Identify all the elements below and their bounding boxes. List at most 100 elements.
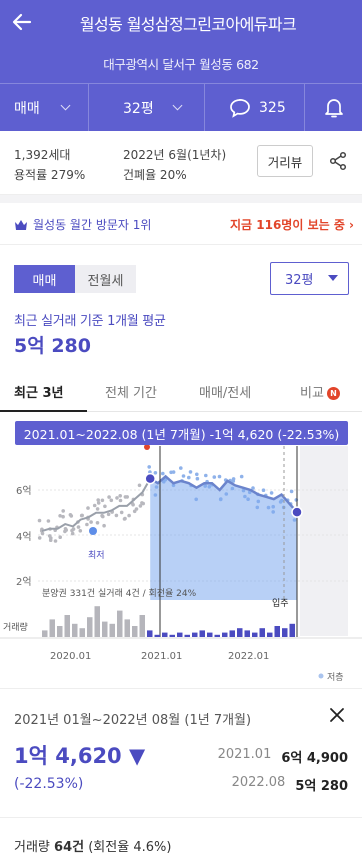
trade-dot: [188, 470, 193, 474]
volume-bar: [154, 634, 160, 637]
volume-bar: [79, 628, 85, 637]
volume-bar: [72, 623, 78, 637]
trade-dot: [103, 504, 107, 509]
close-icon[interactable]: [329, 707, 345, 723]
volume-bar: [147, 630, 153, 637]
tab-underline: [0, 410, 87, 412]
promo-bar[interactable]: 월성동 월간 방문자 1위 지금 116명이 보는 중 ›: [0, 203, 362, 245]
volume-bar: [177, 632, 183, 637]
trade-dot: [109, 498, 114, 503]
volume-label: 거래량: [3, 621, 28, 633]
average-price: 5억 280: [14, 335, 91, 357]
volume-bar: [252, 632, 258, 637]
price-chart[interactable]: 최저 6억 4억 2억 분양권 331건 실거래 4건 / 회전율 24% 입주…: [0, 418, 362, 688]
trade-dot: [40, 531, 45, 536]
deal-type-dropdown[interactable]: 매매: [0, 84, 88, 131]
volume-bar: [259, 628, 265, 637]
share-icon[interactable]: [328, 151, 348, 171]
trade-dot: [137, 483, 142, 488]
average-label: 최근 실거래 기준 1개월 평균: [14, 314, 166, 329]
trade-dot: [107, 495, 111, 499]
trade-dot: [78, 529, 83, 533]
range-tooltip: 2021.01~2022.08 (1년 7개월) -1억 4,620 (-22.…: [15, 421, 348, 445]
trade-dot: [140, 501, 144, 505]
volume-bar: [199, 630, 205, 637]
tab-compare[interactable]: 비교 N: [300, 382, 340, 401]
bell-icon: [324, 98, 343, 117]
x-tick-2021: 2021.01: [141, 651, 182, 662]
app-header: 월성동 월성삼정그린코아에듀파크 대구광역시 달서구 월성동 682 매매 32…: [0, 0, 362, 131]
trade-dot: [125, 495, 129, 499]
trade-dot: [127, 513, 131, 518]
complex-title: 월성동 월성삼정그린코아에듀파크: [79, 15, 297, 34]
volume-bar: [267, 632, 273, 637]
section-divider: [0, 195, 362, 203]
building-coverage: 건폐율 20%: [123, 168, 187, 182]
trade-dot: [269, 491, 274, 495]
trade-dot: [89, 520, 93, 524]
future-region: [300, 446, 348, 636]
volume-bar: [244, 630, 250, 637]
back-arrow-icon[interactable]: [10, 10, 34, 34]
range-start-point[interactable]: [144, 472, 156, 485]
trade-dot: [70, 531, 75, 536]
tab-all-period[interactable]: 전체 기간: [105, 382, 157, 401]
volume-bar: [162, 632, 168, 637]
volume-bar: [64, 615, 70, 637]
live-viewers[interactable]: 지금 116명이 보는 중 ›: [230, 216, 354, 233]
trade-dot: [195, 476, 200, 481]
comments-button[interactable]: 325: [204, 84, 304, 131]
to-date: 2022.08: [231, 775, 286, 790]
trade-dot: [239, 474, 244, 479]
street-view-button[interactable]: 거리뷰: [257, 145, 313, 177]
seg-sale[interactable]: 매매: [14, 265, 75, 293]
to-price: 5억 280: [295, 779, 348, 794]
volume-bar: [132, 626, 138, 637]
size-label: 32평: [123, 100, 154, 117]
trade-dot: [61, 514, 65, 519]
trade-dot: [289, 489, 294, 494]
trade-dot: [187, 475, 191, 480]
tab-sale-rent[interactable]: 매매/전세: [199, 382, 251, 401]
volume-bar: [282, 628, 288, 637]
legend-low-label: 저층: [327, 672, 344, 683]
volume-summary-label: 거래량: [14, 840, 50, 855]
trade-dot: [76, 525, 81, 529]
volume-bar: [169, 634, 175, 637]
volume-bar: [117, 610, 123, 637]
complex-address: 대구광역시 달서구 월성동 682: [103, 57, 259, 72]
floor-area-ratio: 용적률 279%: [14, 168, 86, 182]
detail-range: 2021년 01월~2022년 08월 (1년 7개월): [14, 713, 252, 728]
trade-type-toggle: 매매 전월세: [14, 265, 136, 293]
caret-down-icon: [328, 275, 338, 281]
alarm-button[interactable]: [304, 84, 362, 131]
trade-dot: [153, 471, 158, 475]
chart-size-select[interactable]: 32평: [270, 262, 349, 295]
volume-bar: [289, 623, 295, 637]
y-tick-6: 6억: [16, 485, 32, 497]
trade-dot: [49, 536, 53, 540]
size-dropdown[interactable]: 32평: [88, 84, 204, 131]
trade-dot: [37, 518, 42, 523]
comment-count: 325: [259, 99, 286, 116]
from-date: 2021.01: [217, 747, 272, 762]
trade-dot: [85, 522, 89, 527]
trade-dot: [58, 535, 62, 539]
completion-date: 2022년 6월(1년차): [123, 148, 227, 162]
trade-dot: [79, 513, 84, 518]
trade-dot: [212, 475, 217, 479]
trade-dot: [231, 477, 236, 481]
trade-dot: [71, 527, 76, 531]
range-end-point[interactable]: [291, 506, 303, 518]
chart-size-label: 32평: [285, 273, 314, 288]
tab-recent-3y[interactable]: 최근 3년: [14, 382, 63, 401]
volume-bar: [222, 632, 228, 637]
y-tick-4: 4억: [16, 531, 32, 543]
seg-rent[interactable]: 전월세: [75, 265, 136, 293]
chevron-down-icon: [60, 100, 71, 110]
trade-dot: [131, 502, 135, 507]
volume-bar: [42, 630, 48, 637]
trade-dot: [61, 509, 65, 513]
volume-bar: [102, 621, 108, 637]
legend-low-dot: [318, 673, 324, 679]
